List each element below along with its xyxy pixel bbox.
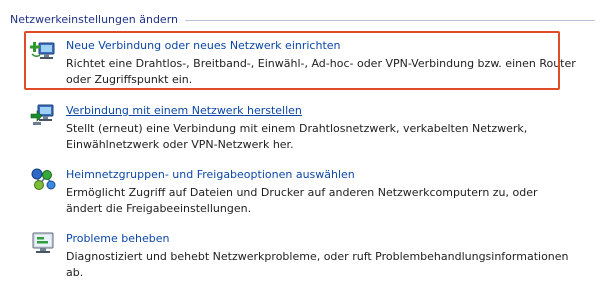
- troubleshoot-description: Diagnostiziert und behebt Netzwerkproble…: [66, 250, 569, 279]
- section-title: Netzwerkeinstellungen ändern: [10, 13, 178, 26]
- task-troubleshoot: Probleme beheben Diagnostiziert und behe…: [30, 231, 590, 301]
- homegroup-sharing-description: Ermöglicht Zugriff auf Dateien und Druck…: [66, 186, 538, 215]
- section-header: Netzwerkeinstellungen ändern: [10, 12, 595, 28]
- section-divider: [185, 20, 595, 21]
- highlight-box: [24, 31, 560, 90]
- troubleshoot-link[interactable]: Probleme beheben: [66, 231, 169, 247]
- troubleshoot-icon[interactable]: [30, 231, 56, 255]
- connect-to-network-description: Stellt (erneut) eine Verbindung mit eine…: [66, 122, 528, 151]
- task-homegroup-sharing: Heimnetzgruppen- und Freigabeoptionen au…: [30, 167, 590, 237]
- connect-to-network-link[interactable]: Verbindung mit einem Netzwerk herstellen: [66, 103, 302, 119]
- homegroup-sharing-icon[interactable]: [30, 167, 56, 191]
- homegroup-sharing-link[interactable]: Heimnetzgruppen- und Freigabeoptionen au…: [66, 167, 355, 183]
- connect-to-network-icon[interactable]: [30, 103, 56, 127]
- task-connect-to-network: Verbindung mit einem Netzwerk herstellen…: [30, 103, 590, 173]
